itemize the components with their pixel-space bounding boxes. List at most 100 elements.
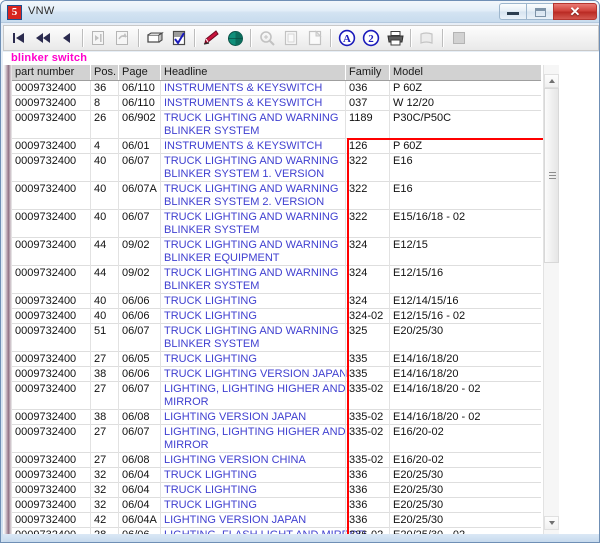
close-button[interactable]: ✕ [553,3,597,20]
column-divider [345,367,346,382]
vertical-scrollbar[interactable] [543,65,559,536]
list-view-icon[interactable] [144,27,166,49]
cell-pos: 27 [94,353,107,365]
toolbar-separator [442,29,444,47]
cell-pos: 42 [94,514,107,526]
cell-headline: TRUCK LIGHTING [164,310,257,322]
cell-model: E14/16/18/20 [393,353,459,365]
column-header-headline[interactable]: Headline [164,66,207,78]
table-row[interactable]: 0009732400 27 06/05 TRUCK LIGHTING 335 E14/16… [12,352,541,367]
header-divider[interactable] [90,65,91,80]
cell-headline: TRUCK LIGHTING [164,469,257,481]
table-row[interactable]: 0009732400 40 06/07A TRUCK LIGHTING AND WAR… [12,182,541,210]
column-divider [118,410,119,425]
column-divider [90,468,91,483]
column-divider [345,238,346,266]
column-divider [389,309,390,324]
table-row[interactable]: 0009732400 4 06/01 INSTRUMENTS & KEYSWITCH 1… [12,139,541,154]
column-divider [118,453,119,468]
column-divider [118,309,119,324]
svg-text:2: 2 [368,33,374,45]
print-icon[interactable] [384,27,406,49]
column-divider [90,453,91,468]
table-row[interactable]: 0009732400 32 06/04 TRUCK LIGHTING 336 E20/25… [12,498,541,513]
cell-headline: TRUCK LIGHTING [164,499,257,511]
column-divider [345,111,346,139]
page-copy-icon[interactable] [280,27,302,49]
first-record-icon[interactable] [8,27,30,49]
header-divider[interactable] [160,65,161,80]
column-header-page[interactable]: Page [122,66,148,78]
table-row[interactable]: 0009732400 44 09/02 TRUCK LIGHTING AND WARN… [12,266,541,294]
cell-pos: 26 [94,112,107,124]
cell-model: P 60Z [393,82,423,94]
globe-icon[interactable] [224,27,246,49]
column-divider [389,182,390,210]
column-divider [118,266,119,294]
column-divider [345,210,346,238]
fast-rewind-icon[interactable] [32,27,54,49]
table-row[interactable]: 0009732400 32 06/04 TRUCK LIGHTING 336 E20/25… [12,468,541,483]
maximize-button[interactable] [526,3,553,20]
document-next-icon[interactable] [88,27,110,49]
book-icon[interactable] [416,27,438,49]
page-paste-icon[interactable] [304,27,326,49]
column-header-model[interactable]: Model [393,66,423,78]
column-divider [389,382,390,410]
cell-page: 06/07 [122,383,150,395]
column-divider [118,324,119,352]
document-back-icon[interactable] [112,27,134,49]
cell-headline: TRUCK LIGHTING AND WARNING BLINKER SYSTE… [164,325,339,350]
table-row[interactable]: 0009732400 40 06/07 TRUCK LIGHTING AND WARN… [12,154,541,182]
table-row[interactable]: 0009732400 26 06/902 TRUCK LIGHTING AND WAR… [12,111,541,139]
table-row[interactable]: 0009732400 27 06/07 LIGHTING, LIGHTING HIGH… [12,382,541,410]
cell-model: E12/15 [393,239,428,251]
column-header-part-number[interactable]: part number [15,66,74,78]
table-row[interactable]: 0009732400 27 06/07 LIGHTING, LIGHTING HIGH… [12,425,541,453]
grid-body[interactable]: 0009732400 36 06/110 INSTRUMENTS & KEYSWITC… [12,81,541,536]
column-divider [389,483,390,498]
table-row[interactable]: 0009732400 51 06/07 TRUCK LIGHTING AND WARN… [12,324,541,352]
header-divider[interactable] [118,65,119,80]
scroll-up-button[interactable] [544,74,559,88]
table-row[interactable]: 0009732400 44 09/02 TRUCK LIGHTING AND WARN… [12,238,541,266]
table-row[interactable]: 0009732400 32 06/04 TRUCK LIGHTING 336 E20/25… [12,483,541,498]
checklist-icon[interactable] [168,27,190,49]
cell-part-number: 0009732400 [15,239,77,251]
minimize-button[interactable] [499,3,526,20]
previous-record-icon[interactable] [56,27,78,49]
table-row[interactable]: 0009732400 40 06/06 TRUCK LIGHTING 324 E12/14… [12,294,541,309]
pen-annotate-icon[interactable] [200,27,222,49]
table-row[interactable]: 0009732400 40 06/06 TRUCK LIGHTING 324-02 E12… [12,309,541,324]
stop-square-icon[interactable] [448,27,470,49]
cell-family: 324 [349,267,368,279]
toolbar-separator [410,29,412,47]
column-divider [118,210,119,238]
table-row[interactable]: 0009732400 40 06/07 TRUCK LIGHTING AND WARN… [12,210,541,238]
column-divider [90,352,91,367]
scroll-thumb[interactable] [544,88,559,263]
cell-headline: TRUCK LIGHTING AND WARNING BLINKER EQUIP… [164,239,339,264]
scroll-grip-icon [549,171,556,180]
cell-pos: 51 [94,325,107,337]
table-row[interactable]: 0009732400 27 06/08 LIGHTING VERSION CHINA 3… [12,453,541,468]
cell-family: 336 [349,514,368,526]
table-row[interactable]: 0009732400 38 06/08 LIGHTING VERSION JAPAN 3… [12,410,541,425]
column-header-pos[interactable]: Pos. [94,66,116,78]
column-header-family[interactable]: Family [349,66,381,78]
table-row[interactable]: 0009732400 38 06/06 TRUCK LIGHTING VERSION … [12,367,541,382]
scroll-down-button[interactable] [544,516,559,530]
cell-page: 09/02 [122,239,150,251]
table-row[interactable]: 0009732400 36 06/110 INSTRUMENTS & KEYSWITC… [12,81,541,96]
table-row[interactable]: 0009732400 8 06/110 INSTRUMENTS & KEYSWITCH… [12,96,541,111]
cell-page: 06/06 [122,295,150,307]
zoom-search-icon[interactable] [256,27,278,49]
letter-a-icon[interactable]: A [336,27,358,49]
number-2-icon[interactable]: 2 [360,27,382,49]
cell-headline: INSTRUMENTS & KEYSWITCH [164,140,323,152]
header-divider[interactable] [389,65,390,80]
table-row[interactable]: 0009732400 42 06/04A LIGHTING VERSION JAPAN… [12,513,541,528]
header-divider[interactable] [345,65,346,80]
cell-page: 06/05 [122,353,150,365]
cell-model: E12/15/16 [393,267,444,279]
